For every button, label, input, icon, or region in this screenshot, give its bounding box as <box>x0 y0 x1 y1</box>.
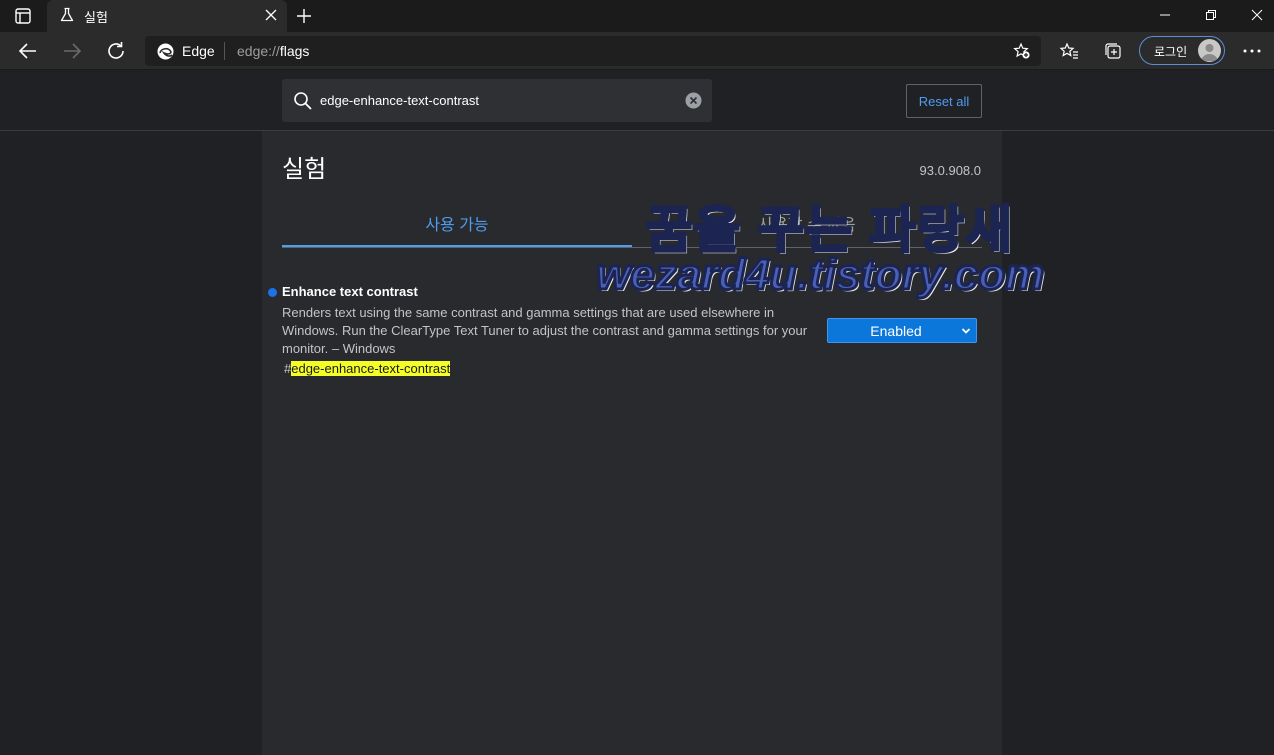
clear-icon[interactable] <box>685 92 702 109</box>
back-icon[interactable] <box>16 39 40 63</box>
refresh-icon[interactable] <box>104 39 128 63</box>
restore-icon <box>1206 10 1216 20</box>
collections-icon[interactable] <box>1103 41 1123 61</box>
restore-button[interactable] <box>1188 0 1234 30</box>
browser-tab[interactable]: 실험 <box>47 0 287 32</box>
tab-available[interactable]: 사용 가능 <box>282 201 632 247</box>
experiment-title: Enhance text contrast <box>282 284 418 299</box>
favorites-icon[interactable] <box>1059 41 1079 61</box>
address-bar[interactable]: Edge edge://flags <box>145 36 1041 66</box>
watermark-url: wezard4u.tistory.com <box>594 249 1045 301</box>
login-label: 로그인 <box>1154 45 1188 59</box>
search-value: edge-enhance-text-contrast <box>320 93 479 108</box>
edge-logo-icon <box>157 43 174 60</box>
version-label: 93.0.908.0 <box>919 163 981 178</box>
minimize-icon <box>1160 14 1170 16</box>
experiment-state-select[interactable]: Enabled <box>827 318 977 343</box>
window-close-button[interactable] <box>1234 0 1274 30</box>
close-icon <box>1251 9 1263 21</box>
close-icon[interactable] <box>265 9 277 21</box>
minimize-button[interactable] <box>1142 0 1188 30</box>
avatar <box>1198 39 1221 62</box>
experiment-description: Renders text using the same contrast and… <box>282 305 808 356</box>
address-url[interactable]: edge://flags <box>237 43 309 59</box>
page-title: 실험 <box>282 156 327 183</box>
permalink-text: edge-enhance-text-contrast <box>291 361 451 376</box>
flags-header: edge-enhance-text-contrast Reset all <box>0 71 1274 131</box>
url-path: flags <box>279 43 310 59</box>
search-icon <box>294 92 312 110</box>
address-brand: Edge <box>182 43 215 59</box>
address-separator <box>224 42 225 60</box>
profile-button[interactable]: 로그인 <box>1139 36 1225 65</box>
flask-icon <box>60 7 74 22</box>
avatar-icon <box>1201 44 1218 61</box>
search-input[interactable]: edge-enhance-text-contrast <box>282 79 712 122</box>
modified-indicator <box>268 288 277 297</box>
browser-toolbar: Edge edge://flags 로그인 <box>0 32 1274 70</box>
reset-all-button[interactable]: Reset all <box>906 84 982 118</box>
tab-actions-icon[interactable] <box>10 7 38 25</box>
more-icon[interactable] <box>1240 41 1264 61</box>
tab-title: 실험 <box>84 10 108 25</box>
url-prefix: edge:// <box>237 43 280 59</box>
chevron-down-icon <box>961 328 971 334</box>
select-value: Enabled <box>870 323 922 339</box>
experiment-permalink[interactable]: #edge-enhance-text-contrast <box>284 361 451 376</box>
add-favorite-icon[interactable] <box>1013 42 1031 60</box>
forward-icon[interactable] <box>60 39 84 63</box>
plus-icon[interactable] <box>295 7 313 25</box>
title-bar: 실험 <box>0 0 1274 32</box>
